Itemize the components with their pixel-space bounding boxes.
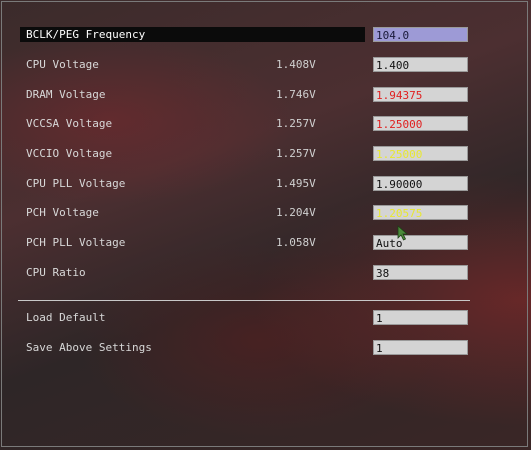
setting-row-vccsa-voltage[interactable]: VCCSA Voltage 1.257V 1.25000 — [20, 116, 470, 131]
cpu-pll-voltage-field[interactable]: 1.90000 — [373, 176, 468, 191]
setting-reading: 1.746V — [276, 88, 316, 101]
cpu-voltage-field[interactable]: 1.400 — [373, 57, 468, 72]
setting-reading: 1.257V — [276, 117, 316, 130]
setting-row-pch-voltage[interactable]: PCH Voltage 1.204V 1.20575 — [20, 205, 470, 220]
setting-row-cpu-ratio[interactable]: CPU Ratio 38 — [20, 265, 470, 280]
vccio-voltage-field[interactable]: 1.25000 — [373, 146, 468, 161]
setting-label: BCLK/PEG Frequency — [20, 27, 365, 42]
setting-label: CPU PLL Voltage — [26, 177, 126, 190]
setting-row-cpu-voltage[interactable]: CPU Voltage 1.408V 1.400 — [20, 57, 470, 72]
dram-voltage-field[interactable]: 1.94375 — [373, 87, 468, 102]
load-default-field[interactable]: 1 — [373, 310, 468, 325]
setting-reading: 1.257V — [276, 147, 316, 160]
pch-pll-voltage-field[interactable]: Auto — [373, 235, 468, 250]
setting-reading: 1.495V — [276, 177, 316, 190]
setting-label: PCH PLL Voltage — [26, 236, 126, 249]
save-above-settings-field[interactable]: 1 — [373, 340, 468, 355]
setting-reading: 1.408V — [276, 58, 316, 71]
setting-reading: 1.058V — [276, 236, 316, 249]
setting-label: VCCIO Voltage — [26, 147, 113, 160]
section-divider — [18, 300, 470, 301]
setting-label: CPU Voltage — [26, 58, 99, 71]
cpu-ratio-field[interactable]: 38 — [373, 265, 468, 280]
bclk-peg-frequency-field[interactable]: 104.0 — [373, 27, 468, 42]
setting-row-vccio-voltage[interactable]: VCCIO Voltage 1.257V 1.25000 — [20, 146, 470, 161]
setting-row-dram-voltage[interactable]: DRAM Voltage 1.746V 1.94375 — [20, 87, 470, 102]
setting-label: PCH Voltage — [26, 206, 99, 219]
setting-label: VCCSA Voltage — [26, 117, 113, 130]
action-row-save-above-settings[interactable]: Save Above Settings 1 — [20, 340, 470, 355]
setting-row-cpu-pll-voltage[interactable]: CPU PLL Voltage 1.495V 1.90000 — [20, 176, 470, 191]
setting-label: CPU Ratio — [26, 266, 86, 279]
setting-row-bclk-peg-frequency[interactable]: BCLK/PEG Frequency 104.0 — [20, 27, 470, 42]
action-row-load-default[interactable]: Load Default 1 — [20, 310, 470, 325]
setting-reading: 1.204V — [276, 206, 316, 219]
vccsa-voltage-field[interactable]: 1.25000 — [373, 116, 468, 131]
action-label: Load Default — [26, 311, 106, 324]
mouse-pointer-icon — [397, 225, 409, 241]
setting-label: DRAM Voltage — [26, 88, 106, 101]
pch-voltage-field[interactable]: 1.20575 — [373, 205, 468, 220]
action-label: Save Above Settings — [26, 341, 152, 354]
